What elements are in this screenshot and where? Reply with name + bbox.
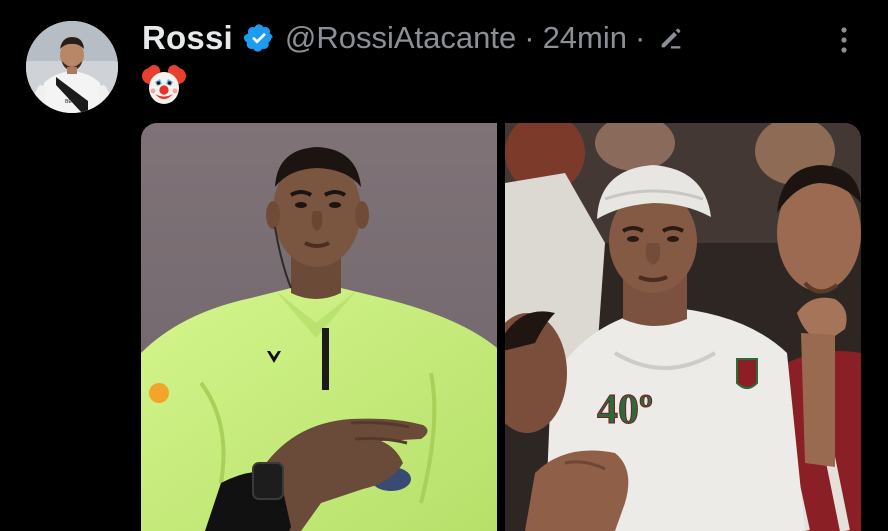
more-options-button[interactable] [828,22,860,58]
referee-photo [141,123,497,531]
clown-face-icon [142,65,186,104]
shirt-number: 40º [597,387,653,433]
verified-badge-icon [243,22,275,54]
avatar[interactable]: BETANO [26,21,118,113]
post-media[interactable]: 40º [141,123,861,531]
avatar-image: BETANO [26,21,118,113]
post-text [142,64,186,106]
post-timestamp[interactable]: 24min [543,20,627,56]
post-header: Rossi @RossiAtacante · 24min · [142,16,685,60]
more-vertical-icon [841,27,847,53]
separator-dot-2: · [635,20,646,55]
edit-pencil-icon[interactable] [657,24,685,52]
user-handle[interactable]: @RossiAtacante [285,20,516,56]
media-photo-right[interactable]: 40º [505,123,861,531]
media-photo-left[interactable] [141,123,497,531]
fans-photo: 40º [505,123,861,531]
avatar-jersey-text: BETANO [65,99,85,105]
display-name[interactable]: Rossi [142,19,233,57]
separator-dot: · [524,20,535,55]
